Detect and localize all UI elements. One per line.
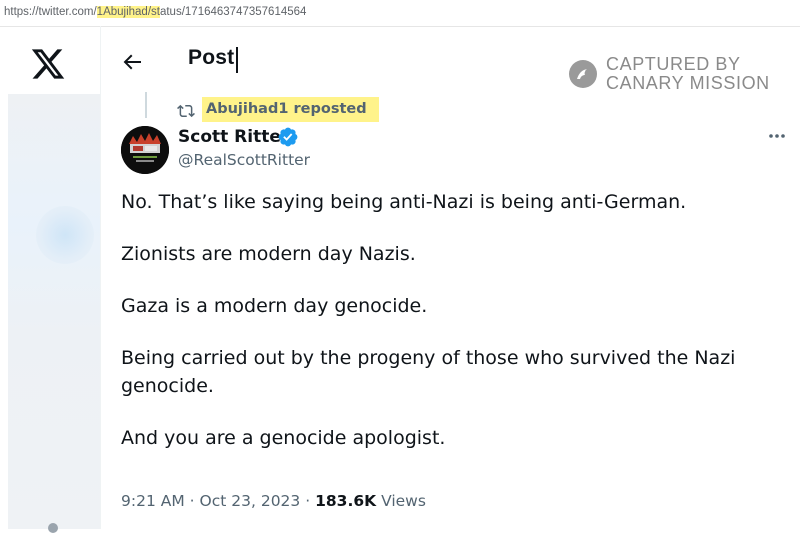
avatar[interactable]	[121, 126, 169, 174]
url-text: https://twitter.com/1Abujihad/status/171…	[4, 0, 306, 25]
tweet-time[interactable]: 9:21 AM	[121, 492, 185, 510]
url-prefix: https://twitter.com/	[4, 6, 97, 18]
watermark-line-1: CAPTURED BY	[606, 54, 741, 74]
meta-separator: ·	[189, 492, 195, 510]
tweet-paragraph: No. That’s like saying being anti-Nazi i…	[121, 191, 687, 213]
tweet-paragraph: Being carried out by the progeny of thos…	[121, 347, 736, 397]
tweet-meta: 9:21 AM · Oct 23, 2023 · 183.6K Views	[121, 492, 426, 510]
author-handle[interactable]: @RealScottRitter	[178, 151, 310, 169]
tweet-paragraph: And you are a genocide apologist.	[121, 427, 446, 449]
thread-line	[145, 92, 147, 118]
url-path: /status/1716463747357614564	[147, 6, 307, 18]
views-count[interactable]: 183.6K	[315, 492, 376, 510]
nav-blur-blob	[36, 206, 94, 264]
repost-icon	[176, 102, 196, 120]
tweet-paragraph: Zionists are modern day Nazis.	[121, 243, 416, 265]
author-name[interactable]: Scott Ritter	[178, 127, 289, 147]
text-cursor	[236, 47, 238, 73]
verified-badge-icon[interactable]	[277, 126, 299, 148]
watermark-text: CAPTURED BY CANARY MISSION	[606, 55, 770, 93]
url-handle-highlight: 1Abujihad	[96, 6, 148, 18]
meta-separator: ·	[305, 492, 311, 510]
address-bar[interactable]: https://twitter.com/1Abujihad/status/171…	[0, 0, 800, 27]
arrow-left-icon[interactable]	[120, 50, 144, 74]
page-title: Post	[188, 46, 235, 69]
nav-blur-dot	[48, 523, 58, 533]
canary-bird-icon	[568, 59, 598, 89]
watermark: CAPTURED BY CANARY MISSION	[568, 55, 770, 95]
repost-label[interactable]: Abujihad1 reposted	[202, 97, 379, 122]
column-divider	[100, 26, 101, 529]
tweet-text: No. That’s like saying being anti-Nazi i…	[121, 188, 761, 476]
x-logo-icon[interactable]	[30, 46, 66, 82]
left-nav-blurred	[8, 94, 100, 533]
watermark-line-2: CANARY MISSION	[606, 73, 770, 93]
more-horizontal-icon[interactable]	[766, 128, 788, 144]
views-label: Views	[381, 492, 426, 510]
tweet-date[interactable]: Oct 23, 2023	[200, 492, 301, 510]
tweet-paragraph: Gaza is a modern day genocide.	[121, 295, 428, 317]
